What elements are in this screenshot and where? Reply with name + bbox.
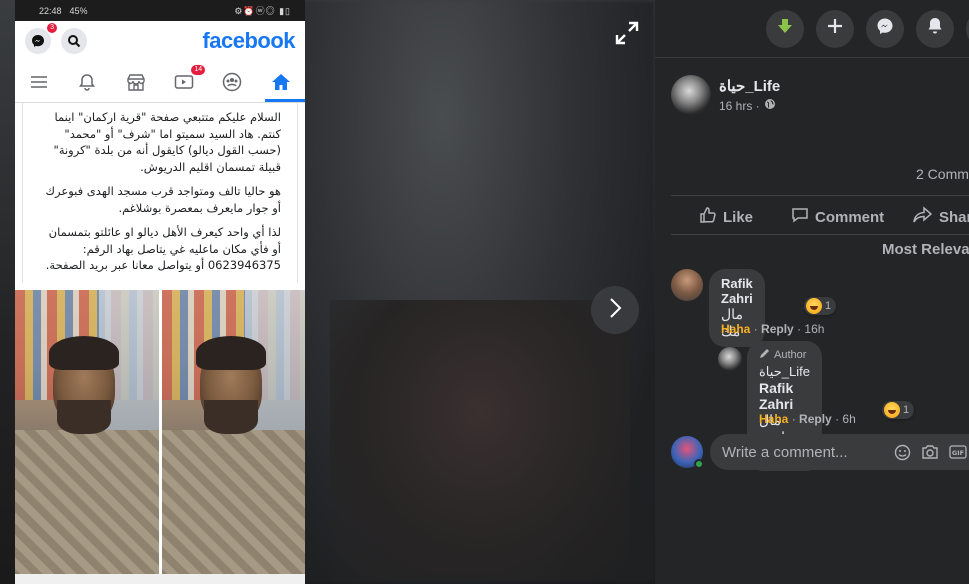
search-icon xyxy=(61,28,87,54)
messenger-button[interactable] xyxy=(866,9,904,48)
comment-meta: Haha · Reply · 6h xyxy=(759,412,856,426)
mention-link[interactable]: Rafik Zahri xyxy=(759,380,793,412)
camera-icon[interactable] xyxy=(921,443,939,461)
phone-status-bar: 22:48 45% ⚙⏰ⓦ◎ ▮▯ xyxy=(15,0,305,21)
haha-emoji-icon xyxy=(884,402,900,418)
active-tab-indicator xyxy=(265,99,305,102)
expand-icon[interactable] xyxy=(613,19,641,47)
video-icon: 14 xyxy=(171,64,206,95)
status-time: 22:48 xyxy=(39,5,62,16)
fb-app-header: 3 facebook xyxy=(15,21,305,61)
comment-composer: GIF xyxy=(671,434,969,470)
groups-icon xyxy=(219,69,245,95)
avatar[interactable] xyxy=(671,75,711,115)
reaction-button[interactable]: Haha xyxy=(721,322,750,336)
reply-button[interactable]: Reply xyxy=(799,412,832,426)
share-button[interactable]: Share xyxy=(913,206,969,228)
reply-button[interactable]: Reply xyxy=(761,322,794,336)
top-action-bar xyxy=(655,0,969,58)
plus-icon xyxy=(827,18,843,39)
video-badge: 14 xyxy=(191,64,206,75)
man-photo-right xyxy=(161,290,305,574)
post-author: حياة_Life 16 hrs · xyxy=(671,75,780,115)
post-paragraph: السلام عليكم متتبعي صفحة "قرية اركمان" ا… xyxy=(53,110,281,174)
like-button[interactable]: Like xyxy=(699,206,753,228)
next-photo-button[interactable] xyxy=(591,286,639,334)
haha-emoji-icon xyxy=(806,298,822,314)
notifications-button[interactable] xyxy=(916,9,954,48)
author-badge-label: Author xyxy=(774,349,807,361)
globe-icon xyxy=(764,98,776,113)
bell-icon xyxy=(927,17,943,40)
author-badge: Author xyxy=(759,348,810,362)
avatar[interactable] xyxy=(671,436,704,469)
reaction-number: 1 xyxy=(825,300,832,312)
author-name[interactable]: حياة_Life xyxy=(719,77,780,95)
online-status-dot xyxy=(694,459,704,469)
bell-icon xyxy=(74,69,100,95)
post-time[interactable]: 16 hrs · xyxy=(719,99,760,113)
comment-icon xyxy=(791,206,809,228)
reaction-count[interactable]: 1 xyxy=(882,401,915,419)
comment-time[interactable]: 6h xyxy=(842,412,855,426)
comment-meta: Haha · Reply · 16h xyxy=(721,322,825,336)
post-side-panel: حياة_Life 16 hrs · 2 Comments Like xyxy=(655,0,969,584)
comment-label: Comment xyxy=(815,208,885,226)
fb-app-nav: 14 xyxy=(15,61,305,103)
post-timestamp: 16 hrs · xyxy=(719,98,780,113)
post-actions: Like Comment Share xyxy=(671,195,969,235)
svg-text:GIF: GIF xyxy=(952,449,964,457)
download-button[interactable] xyxy=(766,9,804,48)
messenger-icon xyxy=(876,17,894,40)
reaction-button[interactable]: Haha xyxy=(759,412,788,426)
emoji-icon[interactable] xyxy=(893,443,911,461)
store-icon xyxy=(123,69,149,95)
menu-icon xyxy=(26,69,52,95)
status-battery: 45% xyxy=(69,5,88,16)
chevron-right-icon xyxy=(607,296,623,325)
comment-sort-dropdown[interactable]: Most Relevant xyxy=(882,241,969,258)
messenger-badge: 3 xyxy=(47,23,57,33)
create-button[interactable] xyxy=(816,9,854,48)
like-icon xyxy=(699,206,717,228)
facebook-logo: facebook xyxy=(202,28,295,53)
blurred-background-shape xyxy=(330,300,630,580)
photo-viewer: 22:48 45% ⚙⏰ⓦ◎ ▮▯ 3 facebook 14 السلام ع… xyxy=(0,0,655,584)
avatar[interactable] xyxy=(671,269,703,301)
post-paragraph: لذا أي واحد كيعرف الأهل ديالو او عائلتو … xyxy=(45,225,281,272)
man-photo-left xyxy=(15,290,159,574)
reaction-number: 1 xyxy=(903,404,910,416)
composer-tools: GIF xyxy=(893,443,967,461)
share-icon xyxy=(913,206,933,228)
share-label: Share xyxy=(939,208,969,226)
commenter-name[interactable]: Rafik Zahri xyxy=(721,276,753,306)
post-paragraph: هو حاليا تالف ومتواجد قرب مسجد الهدى فبو… xyxy=(45,184,281,215)
comment-time[interactable]: 16h xyxy=(804,322,824,336)
post-images xyxy=(15,290,305,574)
messenger-icon: 3 xyxy=(25,23,57,54)
post-photo: 22:48 45% ⚙⏰ⓦ◎ ▮▯ 3 facebook 14 السلام ع… xyxy=(15,0,305,584)
status-icons: ⚙⏰ⓦ◎ ▮▯ xyxy=(234,6,291,16)
like-label: Like xyxy=(723,208,754,226)
download-icon xyxy=(776,17,794,40)
gif-icon[interactable]: GIF xyxy=(949,443,967,461)
commenter-name[interactable]: حياة_Life xyxy=(759,364,810,380)
pencil-icon xyxy=(759,348,770,362)
comment-count[interactable]: 2 Comments xyxy=(916,166,969,182)
phone-bottom-edge xyxy=(15,574,305,584)
screenshot-post-text: السلام عليكم متتبعي صفحة "قرية اركمان" ا… xyxy=(22,103,298,283)
reaction-count[interactable]: 1 xyxy=(804,297,837,315)
avatar[interactable] xyxy=(718,347,742,371)
comment-button[interactable]: Comment xyxy=(791,206,884,228)
home-icon xyxy=(268,69,294,95)
